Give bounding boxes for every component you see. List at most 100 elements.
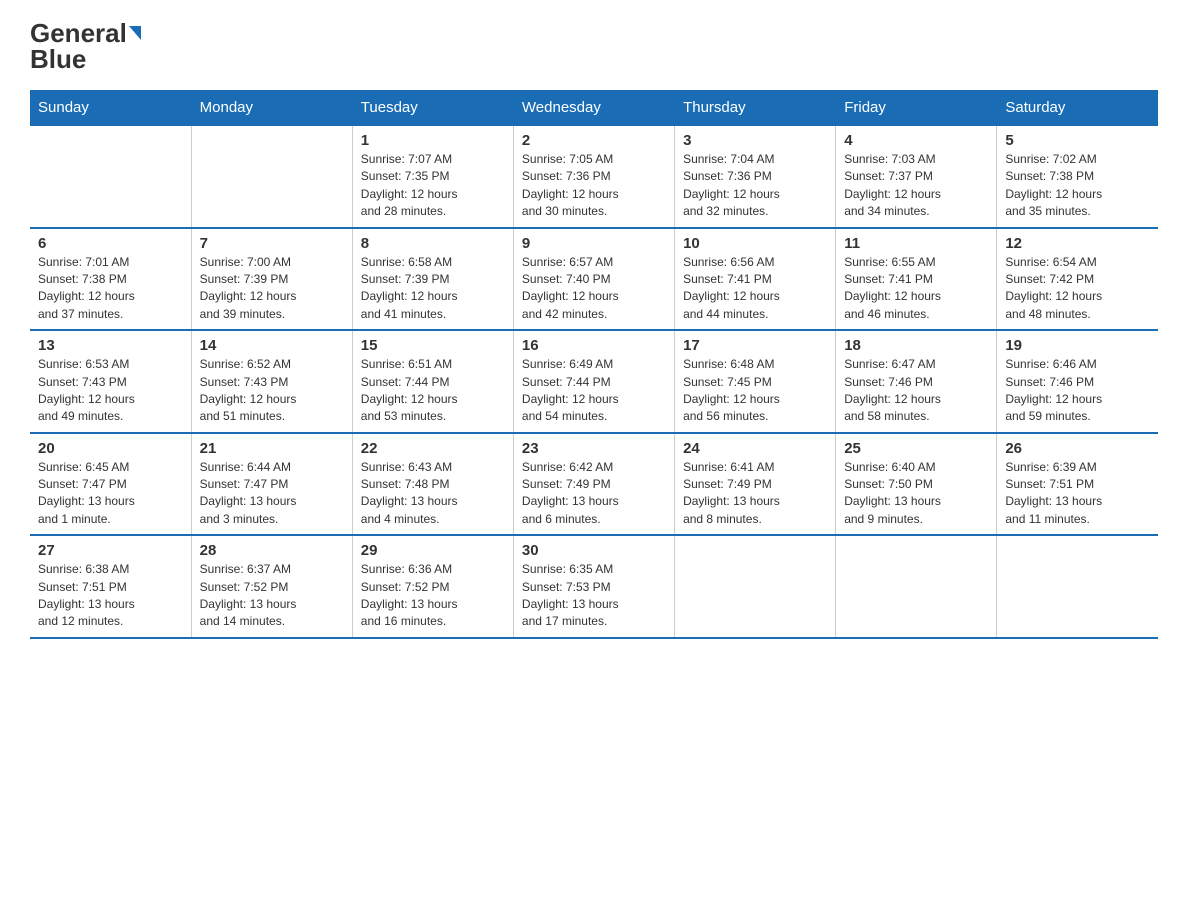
day-info: Sunrise: 6:40 AM Sunset: 7:50 PM Dayligh…: [844, 459, 988, 529]
day-info: Sunrise: 6:45 AM Sunset: 7:47 PM Dayligh…: [38, 459, 183, 529]
calendar-cell: [675, 535, 836, 638]
day-number: 19: [1005, 337, 1150, 354]
day-number: 28: [200, 542, 344, 559]
col-header-monday: Monday: [191, 91, 352, 126]
calendar-cell: 4 Sunrise: 7:03 AM Sunset: 7:37 PM Daylig…: [836, 125, 997, 228]
calendar-cell: 21 Sunrise: 6:44 AM Sunset: 7:47 PM Dayli…: [191, 433, 352, 536]
day-number: 6: [38, 235, 183, 252]
calendar-cell: 23 Sunrise: 6:42 AM Sunset: 7:49 PM Dayli…: [513, 433, 674, 536]
calendar-cell: 15 Sunrise: 6:51 AM Sunset: 7:44 PM Dayli…: [352, 330, 513, 433]
calendar-cell: 16Sunrise: 6:49 AM Sunset: 7:44 PM Dayli…: [513, 330, 674, 433]
day-info: Sunrise: 6:43 AM Sunset: 7:48 PM Dayligh…: [361, 459, 505, 529]
day-info: Sunrise: 7:01 AM Sunset: 7:38 PM Dayligh…: [38, 254, 183, 324]
page-header: General Blue: [30, 20, 1158, 72]
calendar-cell: 14 Sunrise: 6:52 AM Sunset: 7:43 PM Dayli…: [191, 330, 352, 433]
day-number: 5: [1005, 132, 1150, 149]
calendar-cell: 10Sunrise: 6:56 AM Sunset: 7:41 PM Dayli…: [675, 228, 836, 331]
calendar-table: SundayMondayTuesdayWednesdayThursdayFrid…: [30, 90, 1158, 639]
day-info: Sunrise: 6:44 AM Sunset: 7:47 PM Dayligh…: [200, 459, 344, 529]
logo-arrow-icon: [129, 26, 141, 40]
day-info: Sunrise: 6:46 AM Sunset: 7:46 PM Dayligh…: [1005, 356, 1150, 426]
calendar-cell: 5 Sunrise: 7:02 AM Sunset: 7:38 PM Daylig…: [997, 125, 1158, 228]
calendar-cell: [191, 125, 352, 228]
day-info: Sunrise: 6:47 AM Sunset: 7:46 PM Dayligh…: [844, 356, 988, 426]
day-info: Sunrise: 6:35 AM Sunset: 7:53 PM Dayligh…: [522, 561, 666, 631]
day-info: Sunrise: 7:04 AM Sunset: 7:36 PM Dayligh…: [683, 151, 827, 221]
calendar-cell: 22 Sunrise: 6:43 AM Sunset: 7:48 PM Dayli…: [352, 433, 513, 536]
day-info: Sunrise: 6:39 AM Sunset: 7:51 PM Dayligh…: [1005, 459, 1150, 529]
calendar-cell: [836, 535, 997, 638]
col-header-wednesday: Wednesday: [513, 91, 674, 126]
day-number: 27: [38, 542, 183, 559]
day-number: 25: [844, 440, 988, 457]
calendar-cell: [997, 535, 1158, 638]
day-number: 3: [683, 132, 827, 149]
col-header-sunday: Sunday: [30, 91, 191, 126]
day-number: 23: [522, 440, 666, 457]
day-number: 22: [361, 440, 505, 457]
day-number: 7: [200, 235, 344, 252]
day-info: Sunrise: 6:55 AM Sunset: 7:41 PM Dayligh…: [844, 254, 988, 324]
calendar-cell: 13 Sunrise: 6:53 AM Sunset: 7:43 PM Dayli…: [30, 330, 191, 433]
col-header-tuesday: Tuesday: [352, 91, 513, 126]
day-number: 21: [200, 440, 344, 457]
calendar-cell: [30, 125, 191, 228]
day-info: Sunrise: 7:02 AM Sunset: 7:38 PM Dayligh…: [1005, 151, 1150, 221]
day-info: Sunrise: 6:53 AM Sunset: 7:43 PM Dayligh…: [38, 356, 183, 426]
calendar-cell: 1 Sunrise: 7:07 AM Sunset: 7:35 PM Daylig…: [352, 125, 513, 228]
calendar-cell: 11 Sunrise: 6:55 AM Sunset: 7:41 PM Dayli…: [836, 228, 997, 331]
calendar-week-row: 6 Sunrise: 7:01 AM Sunset: 7:38 PM Daylig…: [30, 228, 1158, 331]
day-number: 1: [361, 132, 505, 149]
calendar-cell: 9Sunrise: 6:57 AM Sunset: 7:40 PM Daylig…: [513, 228, 674, 331]
day-number: 29: [361, 542, 505, 559]
day-number: 15: [361, 337, 505, 354]
day-info: Sunrise: 6:57 AM Sunset: 7:40 PM Dayligh…: [522, 254, 666, 324]
day-number: 18: [844, 337, 988, 354]
day-info: Sunrise: 6:48 AM Sunset: 7:45 PM Dayligh…: [683, 356, 827, 426]
calendar-header-row: SundayMondayTuesdayWednesdayThursdayFrid…: [30, 91, 1158, 126]
calendar-cell: 28 Sunrise: 6:37 AM Sunset: 7:52 PM Dayli…: [191, 535, 352, 638]
day-number: 11: [844, 235, 988, 252]
col-header-thursday: Thursday: [675, 91, 836, 126]
day-number: 4: [844, 132, 988, 149]
calendar-week-row: 20 Sunrise: 6:45 AM Sunset: 7:47 PM Dayli…: [30, 433, 1158, 536]
day-info: Sunrise: 7:07 AM Sunset: 7:35 PM Dayligh…: [361, 151, 505, 221]
day-number: 24: [683, 440, 827, 457]
day-info: Sunrise: 6:58 AM Sunset: 7:39 PM Dayligh…: [361, 254, 505, 324]
day-info: Sunrise: 6:42 AM Sunset: 7:49 PM Dayligh…: [522, 459, 666, 529]
day-info: Sunrise: 6:38 AM Sunset: 7:51 PM Dayligh…: [38, 561, 183, 631]
day-info: Sunrise: 6:36 AM Sunset: 7:52 PM Dayligh…: [361, 561, 505, 631]
day-info: Sunrise: 6:37 AM Sunset: 7:52 PM Dayligh…: [200, 561, 344, 631]
day-info: Sunrise: 7:05 AM Sunset: 7:36 PM Dayligh…: [522, 151, 666, 221]
calendar-cell: 19 Sunrise: 6:46 AM Sunset: 7:46 PM Dayli…: [997, 330, 1158, 433]
calendar-cell: 24 Sunrise: 6:41 AM Sunset: 7:49 PM Dayli…: [675, 433, 836, 536]
day-number: 26: [1005, 440, 1150, 457]
day-info: Sunrise: 6:52 AM Sunset: 7:43 PM Dayligh…: [200, 356, 344, 426]
day-info: Sunrise: 6:49 AM Sunset: 7:44 PM Dayligh…: [522, 356, 666, 426]
calendar-week-row: 1 Sunrise: 7:07 AM Sunset: 7:35 PM Daylig…: [30, 125, 1158, 228]
calendar-cell: 2 Sunrise: 7:05 AM Sunset: 7:36 PM Daylig…: [513, 125, 674, 228]
calendar-cell: 20 Sunrise: 6:45 AM Sunset: 7:47 PM Dayli…: [30, 433, 191, 536]
day-info: Sunrise: 6:41 AM Sunset: 7:49 PM Dayligh…: [683, 459, 827, 529]
calendar-week-row: 27 Sunrise: 6:38 AM Sunset: 7:51 PM Dayli…: [30, 535, 1158, 638]
day-info: Sunrise: 7:03 AM Sunset: 7:37 PM Dayligh…: [844, 151, 988, 221]
calendar-cell: 25 Sunrise: 6:40 AM Sunset: 7:50 PM Dayli…: [836, 433, 997, 536]
day-number: 20: [38, 440, 183, 457]
logo: General Blue: [30, 20, 141, 72]
calendar-cell: 8Sunrise: 6:58 AM Sunset: 7:39 PM Daylig…: [352, 228, 513, 331]
calendar-cell: 6 Sunrise: 7:01 AM Sunset: 7:38 PM Daylig…: [30, 228, 191, 331]
calendar-cell: 12Sunrise: 6:54 AM Sunset: 7:42 PM Dayli…: [997, 228, 1158, 331]
day-info: Sunrise: 6:51 AM Sunset: 7:44 PM Dayligh…: [361, 356, 505, 426]
day-number: 13: [38, 337, 183, 354]
day-number: 2: [522, 132, 666, 149]
day-info: Sunrise: 7:00 AM Sunset: 7:39 PM Dayligh…: [200, 254, 344, 324]
logo-blue: Blue: [30, 46, 86, 72]
day-number: 10: [683, 235, 827, 252]
col-header-saturday: Saturday: [997, 91, 1158, 126]
day-number: 30: [522, 542, 666, 559]
day-info: Sunrise: 6:54 AM Sunset: 7:42 PM Dayligh…: [1005, 254, 1150, 324]
logo-general: General: [30, 20, 127, 46]
calendar-week-row: 13 Sunrise: 6:53 AM Sunset: 7:43 PM Dayli…: [30, 330, 1158, 433]
day-number: 17: [683, 337, 827, 354]
day-number: 14: [200, 337, 344, 354]
